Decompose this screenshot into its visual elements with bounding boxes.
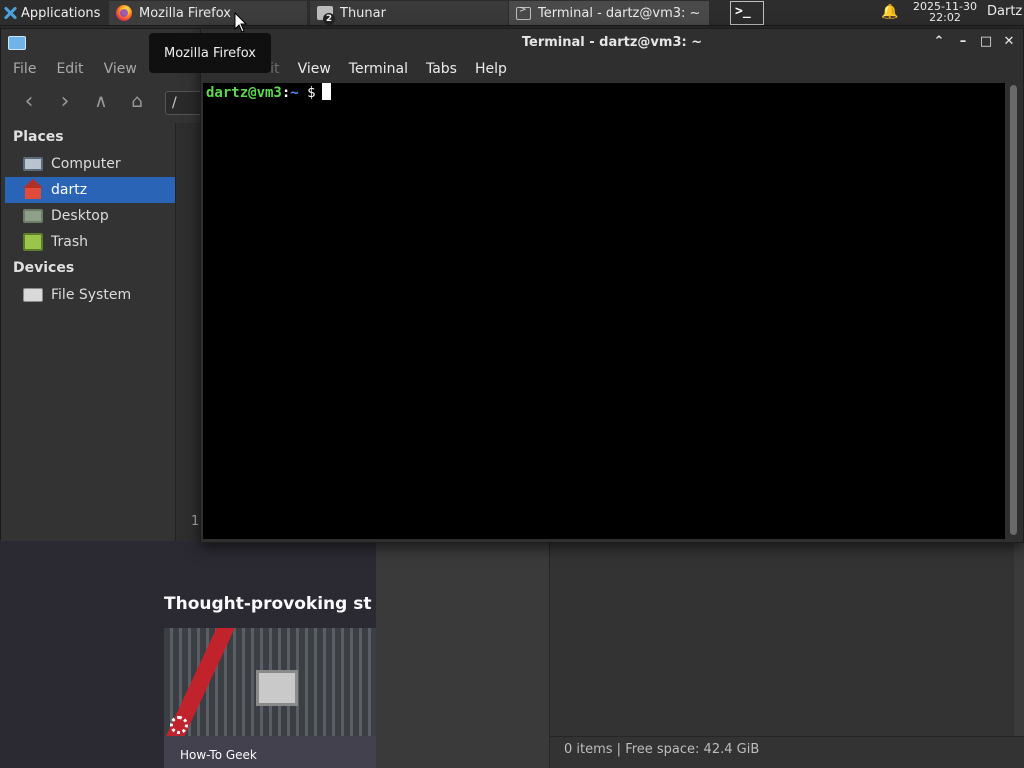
terminal-menu-view[interactable]: View: [288, 57, 339, 81]
terminal-titlebar[interactable]: Terminal - dartz@vm3: ~ ⌃ – □ ✕: [201, 29, 1023, 57]
sidebar-item-desktop[interactable]: Desktop: [5, 203, 175, 229]
sidebar-item-label: File System: [51, 287, 132, 303]
taskbar-tooltip: Mozilla Firefox: [149, 33, 271, 73]
applications-menu-button[interactable]: Applications: [0, 0, 108, 26]
terminal-menu-tabs[interactable]: Tabs: [416, 57, 465, 81]
thunar-scrollbar[interactable]: [1014, 540, 1024, 736]
xfce-logo-icon: [3, 6, 17, 20]
sidebar-item-file-system[interactable]: File System: [5, 282, 175, 308]
terminal-window-title: Terminal - dartz@vm3: ~: [521, 35, 703, 50]
text-cursor: [321, 83, 331, 100]
panel-clock[interactable]: 2025-11-30 22:02: [908, 1, 982, 23]
terminal-launcher-icon[interactable]: >_: [730, 1, 764, 25]
desktop-icon: [23, 209, 43, 223]
story-card-image: [164, 628, 376, 736]
prompt-sign: $: [307, 85, 316, 101]
window-count-badge: 2: [323, 13, 335, 25]
thunar-sidebar-background: [376, 540, 550, 768]
clock-time: 22:02: [929, 11, 961, 24]
sidebar-item-computer[interactable]: Computer: [5, 151, 175, 177]
user-menu[interactable]: Dartz: [987, 4, 1022, 19]
terminal-menu-help[interactable]: Help: [465, 57, 515, 81]
taskbar-thunar[interactable]: 2 Thunar: [310, 1, 508, 25]
applications-label: Applications: [21, 5, 101, 21]
trash-icon: [23, 233, 43, 251]
prompt-path: ~: [290, 85, 299, 101]
folder-icon[interactable]: [8, 36, 26, 50]
taskbar-terminal-label: Terminal - dartz@vm3: ~: [538, 5, 701, 21]
location-bar[interactable]: /: [165, 91, 205, 115]
taskbar-firefox[interactable]: Mozilla Firefox: [109, 1, 307, 25]
thunar-status-bar: 0 items | Free space: 42.4 GiB: [550, 736, 1024, 768]
mouse-pointer-icon: [234, 12, 248, 33]
devices-heading: Devices: [13, 260, 75, 276]
close-icon[interactable]: ✕: [1001, 34, 1017, 50]
home-folder-icon: [23, 179, 43, 199]
taskbar-terminal[interactable]: Terminal - dartz@vm3: ~: [509, 1, 709, 25]
firefox-window-background: Thought-provoking st How-To Geek: [0, 540, 376, 768]
computer-icon: [23, 157, 43, 171]
thunar-menu-edit[interactable]: Edit: [44, 57, 91, 81]
terminal-scrollbar[interactable]: [1007, 83, 1021, 539]
parent-folder-icon[interactable]: ∧: [89, 91, 113, 115]
thunar-sidebar: Places Computer dartz Desktop Trash Devi…: [1, 123, 175, 541]
thunar-window-background: 0 items | Free space: 42.4 GiB: [376, 540, 1024, 768]
terminal-screen[interactable]: dartz@vm3:~ $: [203, 83, 1005, 539]
thunar-menu-file[interactable]: File: [1, 57, 44, 81]
sidebar-splitter[interactable]: [175, 123, 201, 541]
back-arrow-icon[interactable]: ‹: [17, 91, 41, 115]
terminal-window: Terminal - dartz@vm3: ~ ⌃ – □ ✕ File Edi…: [200, 28, 1024, 543]
places-heading: Places: [13, 129, 64, 145]
sidebar-item-trash[interactable]: Trash: [5, 229, 175, 255]
terminal-scrollbar-thumb[interactable]: [1010, 85, 1017, 535]
location-path: /: [172, 95, 177, 111]
notification-bell-icon[interactable]: 🔔: [881, 4, 899, 22]
sidebar-item-dartz[interactable]: dartz: [5, 177, 175, 203]
taskbar-firefox-label: Mozilla Firefox: [139, 5, 231, 21]
thunar-icon: 2: [317, 6, 335, 25]
home-icon[interactable]: ⌂: [125, 91, 149, 115]
top-panel: Applications Mozilla Firefox 2 Thunar Te…: [0, 0, 1024, 26]
story-card[interactable]: How-To Geek: [164, 628, 376, 768]
cpu-socket-graphic: [256, 670, 298, 706]
sidebar-item-label: Trash: [51, 234, 88, 250]
minimize-icon[interactable]: –: [955, 34, 971, 50]
thunar-menu-view[interactable]: View: [92, 57, 145, 81]
terminal-menu-terminal[interactable]: Terminal: [339, 57, 416, 81]
shell-prompt: dartz@vm3:~ $: [206, 83, 1002, 103]
gear-icon: [170, 716, 188, 734]
story-card-source: How-To Geek: [180, 748, 257, 762]
terminal-icon: [516, 5, 531, 20]
drive-icon: [23, 288, 43, 302]
firefox-section-heading: Thought-provoking st: [164, 594, 372, 614]
forward-arrow-icon[interactable]: ›: [53, 91, 77, 115]
firefox-icon: [116, 5, 132, 21]
prompt-user: dartz@vm3: [206, 85, 282, 101]
thunar-partial-number: 1: [191, 514, 200, 529]
sidebar-item-label: Computer: [51, 156, 121, 172]
sidebar-item-label: dartz: [51, 182, 88, 198]
maximize-up-icon[interactable]: ⌃: [931, 34, 947, 50]
maximize-icon[interactable]: □: [978, 34, 994, 50]
sidebar-item-label: Desktop: [51, 208, 109, 224]
taskbar-thunar-label: Thunar: [340, 5, 386, 21]
